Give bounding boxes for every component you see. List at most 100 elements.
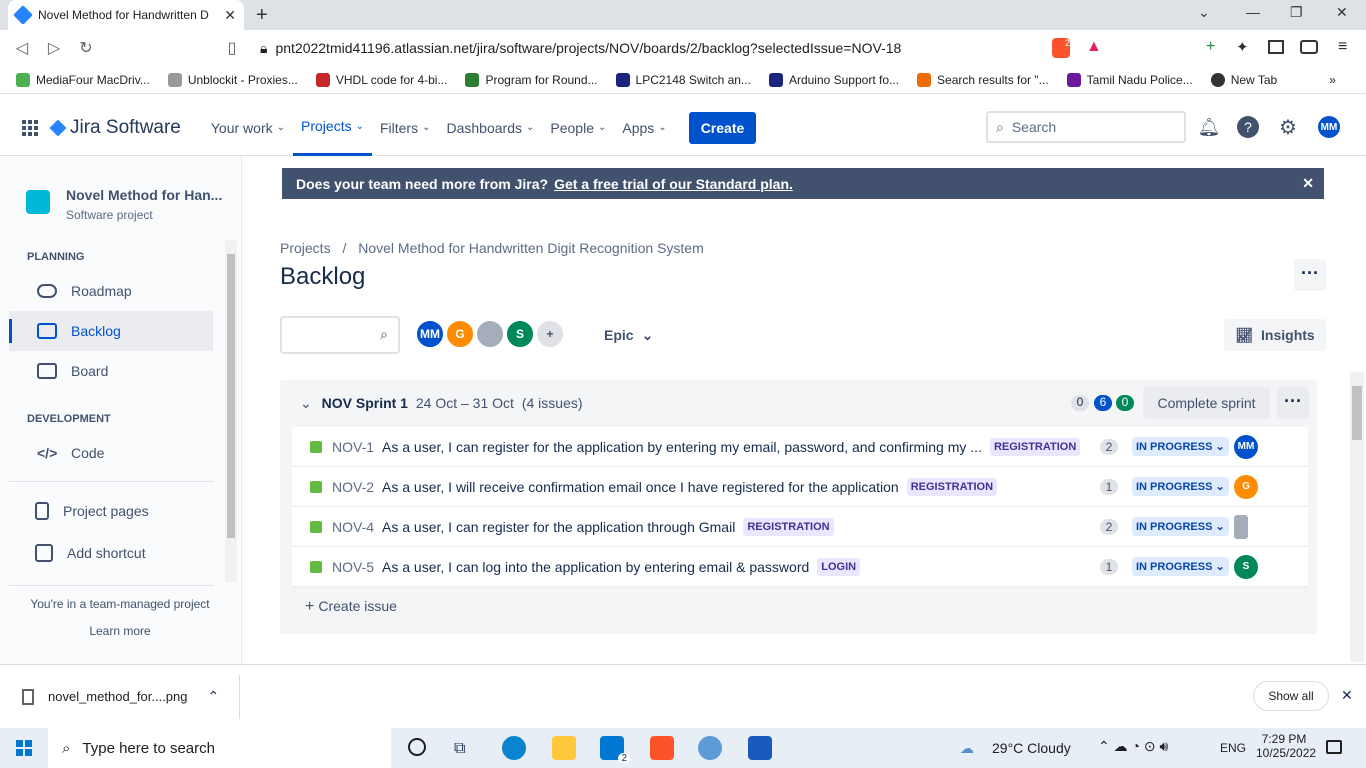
- notification-center-icon[interactable]: [1326, 740, 1342, 754]
- issue-key[interactable]: NOV-5: [332, 559, 374, 575]
- sidebar-item-project-pages[interactable]: Project pages: [7, 491, 211, 531]
- create-button[interactable]: Create: [688, 111, 757, 144]
- avatar-filter-s[interactable]: S: [505, 319, 535, 349]
- bookmark-tn-police[interactable]: Tamil Nadu Police...: [1066, 72, 1193, 87]
- chevron-up-icon[interactable]: ⌃: [208, 688, 220, 705]
- story-points[interactable]: 2: [1100, 438, 1118, 455]
- browser-tab[interactable]: Novel Method for Handwritten D ✕: [8, 0, 244, 30]
- back-icon[interactable]: ◁: [6, 38, 38, 58]
- address-bar[interactable]: 🔒︎ pnt2022tmid41196.atlassian.net/jira/s…: [250, 35, 1110, 61]
- more-actions-button[interactable]: ···: [1294, 259, 1326, 291]
- new-tab-icon[interactable]: +: [256, 4, 268, 27]
- avatar-filter-g[interactable]: G: [445, 319, 475, 349]
- weather-text[interactable]: 29°C Cloudy: [992, 740, 1071, 756]
- sprint-header[interactable]: ⌄ NOV Sprint 1 24 Oct – 31 Oct (4 issues…: [300, 395, 583, 412]
- language-indicator[interactable]: ENG: [1220, 741, 1246, 755]
- search-input[interactable]: ⌕ Search: [986, 111, 1186, 143]
- file-explorer-icon[interactable]: [552, 736, 576, 760]
- bookmark-program[interactable]: Program for Round...: [465, 72, 598, 87]
- bookmark-unblockit[interactable]: Unblockit - Proxies...: [167, 72, 298, 87]
- weather-cloud-icon[interactable]: ☁: [960, 740, 974, 757]
- windows-start-icon[interactable]: [16, 740, 32, 756]
- nav-people[interactable]: People ⌄: [542, 100, 614, 156]
- bookmark-lpc2148[interactable]: LPC2148 Switch an...: [615, 72, 751, 87]
- epic-label[interactable]: REGISTRATION: [906, 477, 998, 496]
- close-tab-icon[interactable]: ✕: [224, 7, 236, 24]
- story-points[interactable]: 2: [1100, 518, 1118, 535]
- extension-plus-icon[interactable]: +: [1206, 38, 1215, 56]
- brave-rewards-icon[interactable]: ▲: [1086, 38, 1102, 56]
- epic-label[interactable]: REGISTRATION: [989, 437, 1081, 456]
- show-all-button[interactable]: Show all: [1253, 681, 1329, 711]
- profile-avatar[interactable]: MM: [1318, 116, 1340, 138]
- issue-key[interactable]: NOV-1: [332, 439, 374, 455]
- avatar-filter-mm[interactable]: MM: [415, 319, 445, 349]
- nav-filters[interactable]: Filters ⌄: [372, 100, 439, 156]
- nav-dashboards[interactable]: Dashboards ⌄: [439, 100, 543, 156]
- assignee-avatar[interactable]: [1234, 514, 1248, 539]
- settings-gear-icon[interactable]: ⚙: [1277, 116, 1299, 139]
- status-dropdown[interactable]: IN PROGRESS ⌄: [1132, 477, 1229, 496]
- story-points[interactable]: 1: [1100, 478, 1118, 495]
- tray-icons[interactable]: ⌃ ☁ ◔ ⊙ 🔊︎: [1098, 738, 1168, 755]
- trial-link[interactable]: Get a free trial of our Standard plan.: [554, 176, 793, 192]
- bookmark-icon[interactable]: ▯: [216, 38, 248, 58]
- qbittorrent-icon[interactable]: [698, 736, 722, 760]
- close-banner-icon[interactable]: ✕: [1302, 175, 1314, 192]
- sidebar-item-board[interactable]: Board: [9, 351, 213, 391]
- browser-menu-icon[interactable]: ≡: [1338, 38, 1347, 56]
- nav-your-work[interactable]: Your work ⌄: [203, 100, 293, 156]
- breadcrumb-project[interactable]: Novel Method for Handwritten Digit Recog…: [358, 240, 704, 256]
- bookmark-mediafour[interactable]: MediaFour MacDriv...: [16, 72, 150, 87]
- insights-button[interactable]: 📈︎ Insights: [1224, 319, 1326, 351]
- wallet-icon[interactable]: [1300, 40, 1318, 54]
- bookmark-new-tab[interactable]: New Tab: [1210, 72, 1277, 87]
- scrollbar-thumb[interactable]: [1352, 386, 1362, 440]
- epic-filter[interactable]: Epic ⌄: [604, 327, 653, 344]
- epic-label[interactable]: REGISTRATION: [743, 517, 834, 536]
- app-switcher-icon[interactable]: [22, 119, 38, 136]
- learn-more-link[interactable]: Learn more: [0, 624, 240, 638]
- sprint-more-button[interactable]: ···: [1277, 387, 1309, 419]
- brave-shield-icon[interactable]: 2: [1052, 38, 1070, 58]
- status-dropdown[interactable]: IN PROGRESS ⌄: [1132, 517, 1229, 536]
- reload-icon[interactable]: ↻: [70, 38, 102, 58]
- sidebar-item-code[interactable]: </> Code: [9, 433, 213, 473]
- download-filename[interactable]: novel_method_for....png: [48, 689, 188, 704]
- cortana-icon[interactable]: [408, 738, 426, 756]
- sidebar-item-add-shortcut[interactable]: Add shortcut: [7, 533, 211, 573]
- assignee-avatar[interactable]: MM: [1234, 434, 1258, 459]
- tab-search-icon[interactable]: ⌄: [1198, 4, 1210, 21]
- story-points[interactable]: 1: [1100, 558, 1118, 575]
- add-people-icon[interactable]: +: [535, 319, 565, 349]
- status-dropdown[interactable]: IN PROGRESS ⌄: [1132, 557, 1229, 576]
- help-icon[interactable]: ?: [1237, 116, 1259, 138]
- breadcrumb-projects[interactable]: Projects: [280, 240, 331, 256]
- issue-row[interactable]: NOV-4 As a user, I can register for the …: [292, 507, 1308, 547]
- sidepanel-icon[interactable]: [1268, 40, 1284, 54]
- epic-label[interactable]: LOGIN: [817, 557, 861, 576]
- edge-icon[interactable]: [502, 736, 526, 760]
- jira-logo[interactable]: Jira Software: [49, 117, 181, 139]
- issue-row[interactable]: NOV-1 As a user, I can register for the …: [292, 427, 1308, 467]
- brave-icon[interactable]: [650, 736, 674, 760]
- minimize-icon[interactable]: —: [1246, 4, 1260, 20]
- sidebar-scrollbar[interactable]: [225, 240, 237, 582]
- forward-icon[interactable]: ▷: [38, 38, 70, 58]
- avatar-filter-photo[interactable]: [475, 319, 505, 349]
- mail-icon[interactable]: 2: [600, 736, 630, 764]
- close-window-icon[interactable]: ✕: [1336, 4, 1348, 21]
- bookmark-vhdl[interactable]: VHDL code for 4-bi...: [315, 72, 447, 87]
- sidebar-item-backlog[interactable]: Backlog: [9, 311, 213, 351]
- complete-sprint-button[interactable]: Complete sprint: [1143, 387, 1270, 419]
- more-bookmarks-icon[interactable]: »: [1329, 73, 1336, 87]
- nav-projects[interactable]: Projects ⌄: [293, 100, 372, 156]
- sidebar-item-roadmap[interactable]: Roadmap: [9, 271, 213, 311]
- puzzle-icon[interactable]: ✦: [1236, 38, 1249, 56]
- task-view-icon[interactable]: ⧉: [454, 740, 465, 758]
- assignee-avatar[interactable]: S: [1234, 554, 1258, 579]
- assignee-avatar[interactable]: G: [1234, 474, 1258, 499]
- issue-key[interactable]: NOV-2: [332, 479, 374, 495]
- scrollbar-thumb[interactable]: [227, 254, 235, 538]
- word-icon[interactable]: [748, 736, 772, 760]
